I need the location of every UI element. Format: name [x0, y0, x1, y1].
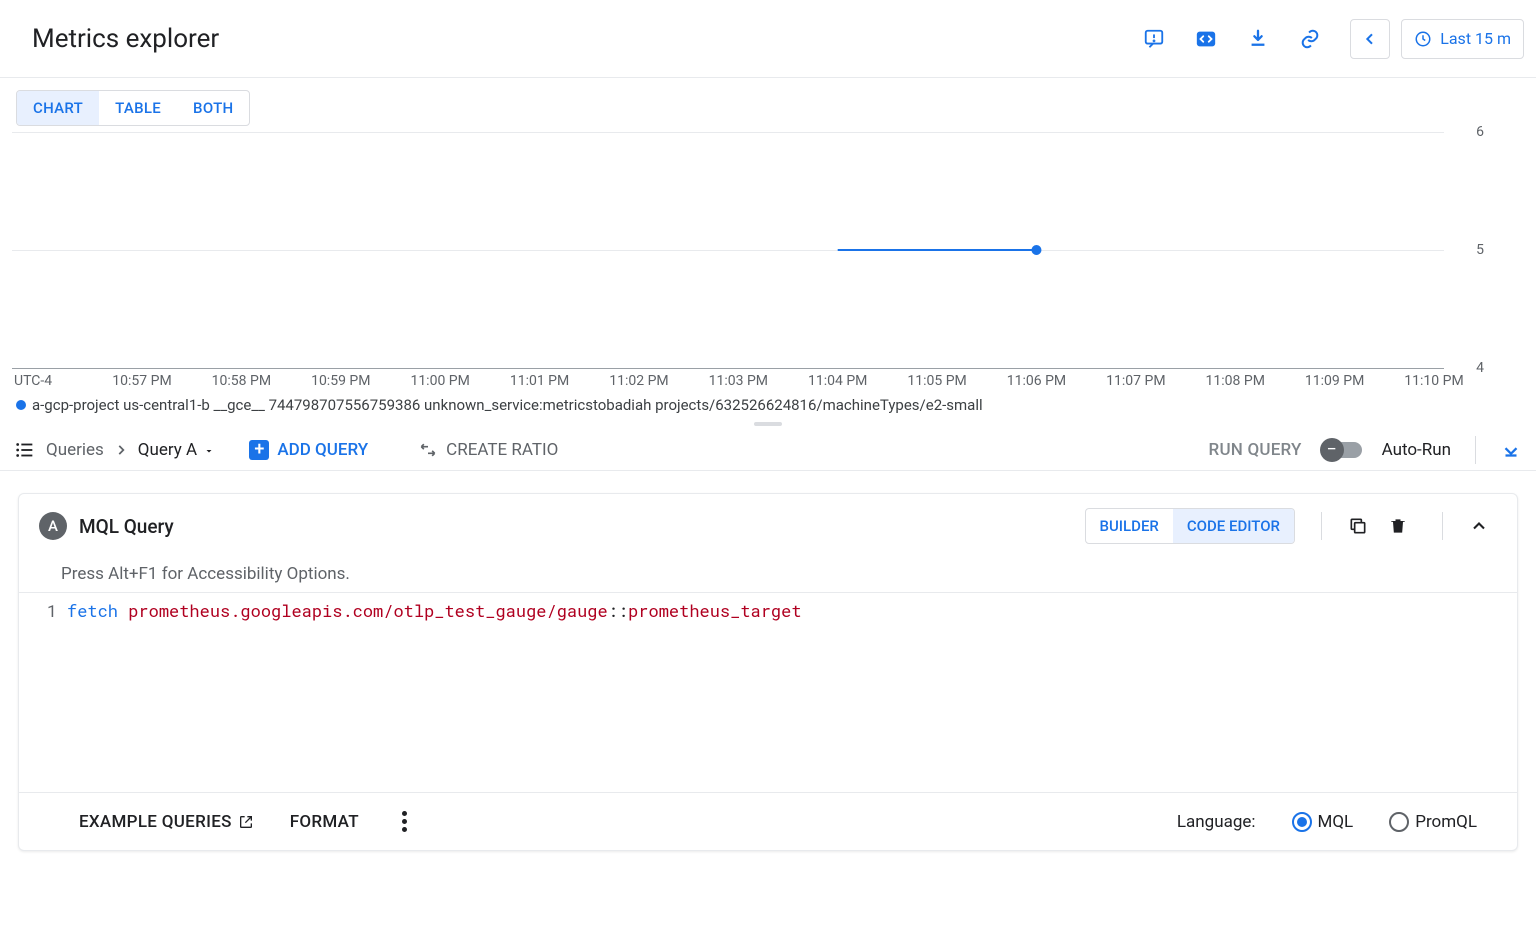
- chart-area: CHART TABLE BOTH 4 5 6 UTC-4 10:57 PM 10:58…: [0, 78, 1536, 414]
- top-bar: Metrics explorer Last 15 m: [0, 0, 1536, 78]
- x-axis-tick: 10:58 PM: [212, 373, 271, 389]
- x-axis-tick: 11:08 PM: [1206, 373, 1265, 389]
- query-bar: Queries Query A + ADD QUERY CREATE RATIO…: [0, 430, 1536, 471]
- x-axis-tick: 11:06 PM: [1007, 373, 1066, 389]
- ratio-icon: [418, 440, 438, 460]
- collapse-all-button[interactable]: [1500, 439, 1522, 461]
- add-query-button[interactable]: + ADD QUERY: [249, 440, 368, 460]
- format-button[interactable]: FORMAT: [290, 812, 359, 832]
- x-axis-tick: 11:05 PM: [907, 373, 966, 389]
- example-queries-button[interactable]: EXAMPLE QUERIES: [79, 812, 254, 832]
- tab-both[interactable]: BOTH: [177, 91, 249, 125]
- language-label: Language:: [1177, 812, 1256, 832]
- x-axis-tick: 11:03 PM: [709, 373, 768, 389]
- query-badge: A: [39, 512, 67, 540]
- time-prev-button[interactable]: [1350, 19, 1390, 59]
- view-tabs: CHART TABLE BOTH: [16, 90, 250, 126]
- x-axis-tick: 11:07 PM: [1106, 373, 1165, 389]
- breadcrumb-chevron-icon: [114, 443, 128, 457]
- copy-query-button[interactable]: [1348, 516, 1376, 536]
- x-axis-tick: 11:00 PM: [410, 373, 469, 389]
- code-content[interactable]: fetch prometheus.googleapis.com/otlp_tes…: [67, 593, 802, 792]
- clock-icon: [1414, 30, 1432, 48]
- download-icon[interactable]: [1238, 19, 1278, 59]
- panel-resize-handle[interactable]: [754, 422, 782, 426]
- link-icon[interactable]: [1290, 19, 1330, 59]
- tab-chart[interactable]: CHART: [17, 91, 99, 125]
- x-axis-tick: 11:01 PM: [510, 373, 569, 389]
- run-query-button[interactable]: RUN QUERY: [1209, 440, 1302, 460]
- x-axis-tick: 11:09 PM: [1305, 373, 1364, 389]
- code-editor-tab[interactable]: CODE EDITOR: [1173, 509, 1294, 543]
- legend-series-label: a-gcp-project us-central1-b __gce__ 7447…: [32, 396, 983, 414]
- plus-icon: +: [249, 440, 269, 460]
- auto-run-toggle[interactable]: −: [1324, 442, 1362, 458]
- legend-color-dot: [16, 400, 26, 410]
- x-axis-tick: 10:59 PM: [311, 373, 370, 389]
- code-editor[interactable]: 1 fetch prometheus.googleapis.com/otlp_t…: [19, 592, 1517, 792]
- language-promql-radio[interactable]: PromQL: [1389, 812, 1477, 832]
- more-options-button[interactable]: [395, 811, 415, 832]
- code-icon[interactable]: [1186, 19, 1226, 59]
- delete-query-button[interactable]: [1388, 516, 1416, 536]
- x-axis-tick: 11:02 PM: [609, 373, 668, 389]
- query-card-footer: EXAMPLE QUERIES FORMAT Language: MQL Pro…: [19, 792, 1517, 850]
- feedback-icon[interactable]: [1134, 19, 1174, 59]
- editor-mode-toggle: BUILDER CODE EDITOR: [1085, 508, 1295, 544]
- queries-list-icon[interactable]: [14, 439, 36, 461]
- language-mql-radio[interactable]: MQL: [1292, 812, 1354, 832]
- x-axis-tick: 11:10 PM: [1404, 373, 1463, 389]
- x-axis-tick: 11:04 PM: [808, 373, 867, 389]
- query-card: A MQL Query BUILDER CODE EDITOR Press Al…: [18, 493, 1518, 851]
- tab-table[interactable]: TABLE: [99, 91, 177, 125]
- y-axis-tick: 5: [1460, 242, 1500, 258]
- time-range-label: Last 15 m: [1440, 29, 1511, 48]
- divider: [1475, 436, 1476, 464]
- page-title: Metrics explorer: [32, 24, 219, 54]
- x-axis-tick: 10:57 PM: [112, 373, 171, 389]
- external-link-icon: [238, 814, 254, 830]
- chart-timezone: UTC-4: [14, 373, 52, 389]
- chart-canvas[interactable]: 456 UTC-4 10:57 PM10:58 PM10:59 PM11:00 …: [12, 132, 1524, 392]
- query-card-header: A MQL Query BUILDER CODE EDITOR: [19, 494, 1517, 558]
- auto-run-label: Auto-Run: [1382, 440, 1451, 460]
- builder-tab[interactable]: BUILDER: [1086, 509, 1173, 543]
- queries-label[interactable]: Queries: [46, 440, 104, 460]
- y-axis-tick: 4: [1460, 360, 1500, 376]
- current-query-dropdown[interactable]: Query A: [138, 440, 216, 460]
- chart-legend[interactable]: a-gcp-project us-central1-b __gce__ 7447…: [12, 392, 1524, 414]
- code-gutter: 1: [19, 593, 67, 792]
- y-axis-tick: 6: [1460, 124, 1500, 140]
- create-ratio-button[interactable]: CREATE RATIO: [418, 440, 558, 460]
- time-range-button[interactable]: Last 15 m: [1401, 19, 1524, 59]
- collapse-card-button[interactable]: [1469, 516, 1497, 536]
- a11y-hint: Press Alt+F1 for Accessibility Options.: [19, 558, 1517, 592]
- query-card-title: MQL Query: [79, 515, 174, 538]
